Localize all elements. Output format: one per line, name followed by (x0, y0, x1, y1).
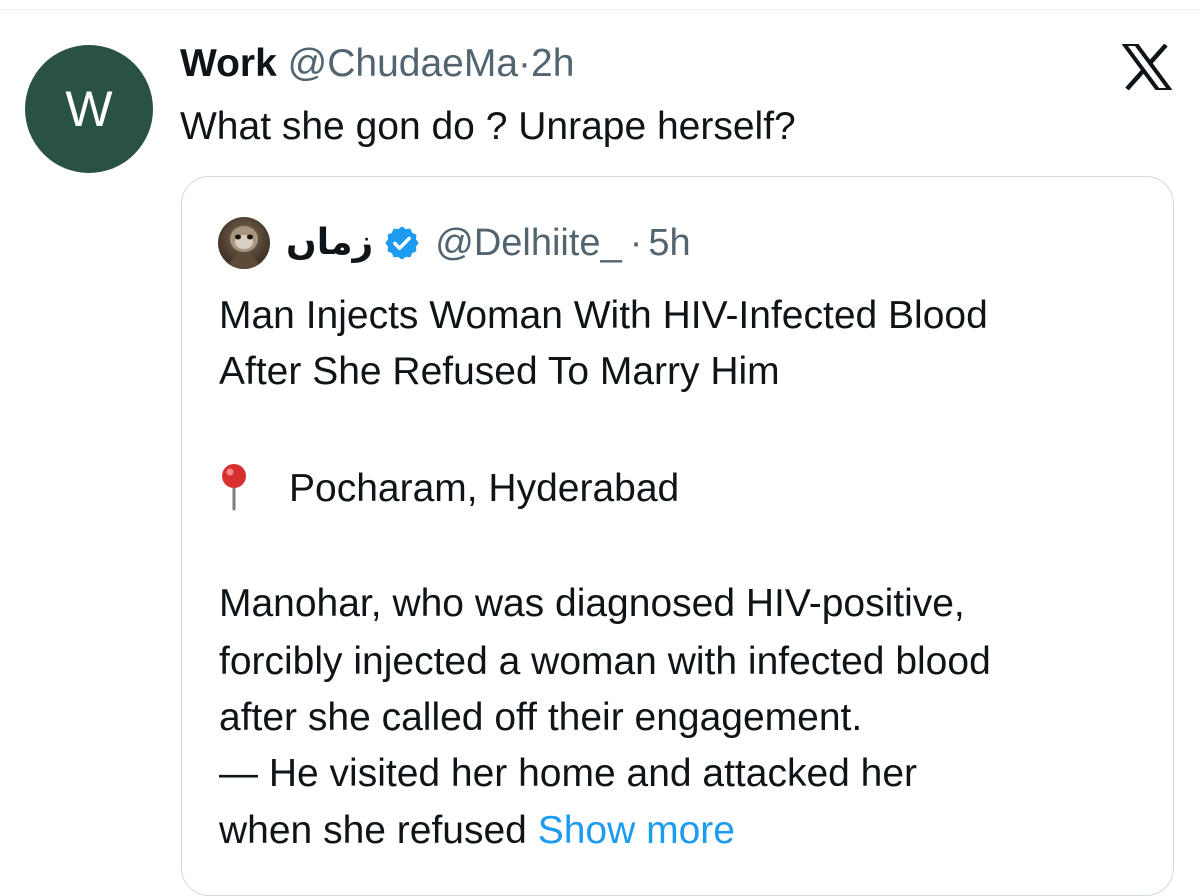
verified-badge-icon (385, 226, 419, 260)
quoted-body-line-3: after she called off their engagement. (219, 696, 863, 739)
top-divider (0, 9, 1200, 10)
author-name[interactable]: Work (180, 42, 277, 85)
quoted-body-line-2: forcibly injected a woman with infected … (219, 640, 991, 683)
quoted-handle[interactable]: @Delhiite_ (435, 221, 621, 265)
quoted-body-line-4: — He visited her home and attacked her (219, 752, 918, 795)
quoted-body-line-5: when she refused Show more (219, 803, 735, 859)
quoted-time[interactable]: 5h (648, 221, 690, 265)
quoted-avatar-image (228, 226, 260, 269)
quoted-body-text: when she refused (219, 809, 527, 852)
location-text: Pocharam, Hyderabad (289, 467, 680, 510)
separator-dot: · (518, 42, 532, 85)
avatar[interactable]: W (25, 45, 153, 173)
quoted-avatar[interactable] (218, 217, 270, 269)
quoted-separator-dot: · (629, 222, 643, 264)
quoted-header: زماں @Delhiite_ · 5h (286, 221, 691, 265)
avatar-letter: W (65, 81, 113, 137)
tweet-header: Work @ChudaeMa·2h (180, 42, 574, 86)
show-more-link[interactable]: Show more (538, 809, 735, 852)
quoted-body-line-1: Manohar, who was diagnosed HIV-positive, (219, 582, 965, 625)
quoted-headline-line-2: After She Refused To Marry Him (219, 350, 780, 393)
tweet-time[interactable]: 2h (531, 42, 574, 85)
quoted-author-name[interactable]: زماں (286, 221, 373, 265)
x-logo-icon[interactable] (1122, 44, 1172, 90)
tweet-text: What she gon do ? Unrape herself? (180, 105, 796, 148)
quoted-location: Pocharam, Hyderabad (219, 461, 679, 517)
author-handle[interactable]: @ChudaeMa (288, 42, 518, 85)
quoted-headline-line-1: Man Injects Woman With HIV-Infected Bloo… (219, 294, 988, 337)
round-pushpin-icon (222, 464, 246, 511)
